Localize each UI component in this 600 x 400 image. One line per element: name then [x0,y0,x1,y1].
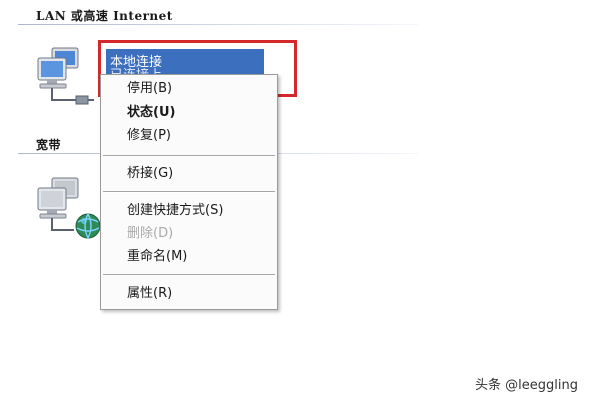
menu-separator [103,274,275,276]
watermark-text: 头条 @leeggling [475,378,578,393]
menu-item-rename[interactable]: 重命名(M) [127,247,187,267]
lan-group-title: LAN 或高速 Internet [36,9,173,23]
broadband-connection-icon[interactable] [34,176,104,242]
menu-separator [103,191,275,193]
menu-item-properties[interactable]: 属性(R) [127,284,172,304]
menu-separator [103,155,275,157]
context-menu: 停用(B) 状态(U) 修复(P) 桥接(G) 创建快捷方式(S) 删除(D) … [100,74,278,310]
lan-connection-icon[interactable] [34,46,100,108]
menu-item-repair[interactable]: 修复(P) [127,126,171,146]
broadband-group-title: 宽带 [36,138,62,152]
menu-item-bridge[interactable]: 桥接(G) [127,164,173,184]
menu-item-create-shortcut[interactable]: 创建快捷方式(S) [127,201,223,221]
menu-item-disable[interactable]: 停用(B) [127,79,172,99]
menu-item-status[interactable]: 状态(U) [127,103,175,123]
lan-group-divider [18,24,418,25]
menu-item-delete: 删除(D) [127,226,174,241]
